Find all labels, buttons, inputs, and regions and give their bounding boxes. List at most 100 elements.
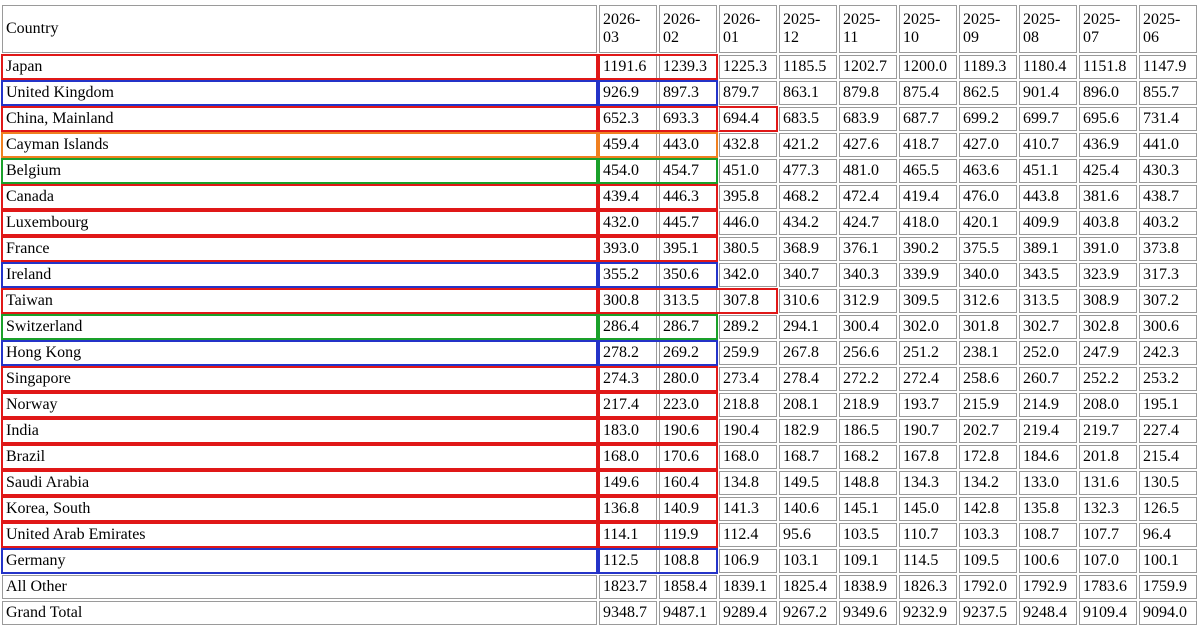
value-cell: 9248.4 — [1019, 601, 1077, 625]
holdings-table: Country 2026-03 2026-02 2026-01 2025-12 … — [0, 3, 1199, 627]
value-cell: 454.0 — [599, 159, 657, 183]
value-cell: 425.4 — [1079, 159, 1137, 183]
value-cell: 134.3 — [899, 471, 957, 495]
value-cell: 693.3 — [659, 107, 717, 131]
country-cell: All Other — [2, 575, 597, 599]
value-cell: 427.0 — [959, 133, 1017, 157]
value-cell: 439.4 — [599, 185, 657, 209]
value-cell: 1202.7 — [839, 55, 897, 79]
table-row: Korea, South 136.8 140.9 141.3 140.6 145.1 145… — [2, 497, 1197, 521]
value-cell: 160.4 — [659, 471, 717, 495]
value-cell: 256.6 — [839, 341, 897, 365]
country-cell: China, Mainland — [2, 107, 597, 131]
value-cell: 418.0 — [899, 211, 957, 235]
value-cell: 112.4 — [719, 523, 777, 547]
value-cell: 114.5 — [899, 549, 957, 573]
country-cell: Switzerland — [2, 315, 597, 339]
value-cell: 119.9 — [659, 523, 717, 547]
value-cell: 376.1 — [839, 237, 897, 261]
value-cell: 1189.3 — [959, 55, 1017, 79]
value-cell: 218.9 — [839, 393, 897, 417]
value-cell: 476.0 — [959, 185, 1017, 209]
value-cell: 134.8 — [719, 471, 777, 495]
value-cell: 190.6 — [659, 419, 717, 443]
value-cell: 879.8 — [839, 81, 897, 105]
value-cell: 280.0 — [659, 367, 717, 391]
table-row: Canada 439.4 446.3 395.8 468.2 472.4 419.4 476.… — [2, 185, 1197, 209]
value-cell: 1858.4 — [659, 575, 717, 599]
value-cell: 219.7 — [1079, 419, 1137, 443]
value-cell: 875.4 — [899, 81, 957, 105]
page: Country 2026-03 2026-02 2026-01 2025-12 … — [0, 0, 1200, 634]
country-cell: Cayman Islands — [2, 133, 597, 157]
value-cell: 463.6 — [959, 159, 1017, 183]
value-cell: 862.5 — [959, 81, 1017, 105]
value-cell: 687.7 — [899, 107, 957, 131]
table-row: Switzerland 286.4 286.7 289.2 294.1 300.4 302.… — [2, 315, 1197, 339]
value-cell: 136.8 — [599, 497, 657, 521]
value-cell: 421.2 — [779, 133, 837, 157]
value-cell: 214.9 — [1019, 393, 1077, 417]
country-cell: Luxembourg — [2, 211, 597, 235]
value-cell: 1826.3 — [899, 575, 957, 599]
table-row: All Other 1823.7 1858.4 1839.1 1825.4 1838.9 1… — [2, 575, 1197, 599]
table-row: Taiwan 300.8 313.5 307.8 310.6 312.9 309.5 312.… — [2, 289, 1197, 313]
value-cell: 135.8 — [1019, 497, 1077, 521]
value-cell: 879.7 — [719, 81, 777, 105]
table-row: Germany 112.5 108.8 106.9 103.1 109.1 114.5 109… — [2, 549, 1197, 573]
value-cell: 259.9 — [719, 341, 777, 365]
value-cell: 1783.6 — [1079, 575, 1137, 599]
value-cell: 208.0 — [1079, 393, 1137, 417]
value-cell: 258.6 — [959, 367, 1017, 391]
table-row: China, Mainland 652.3 693.3 694.4 683.5 683.9… — [2, 107, 1197, 131]
value-cell: 683.9 — [839, 107, 897, 131]
value-cell: 140.6 — [779, 497, 837, 521]
value-cell: 317.3 — [1139, 263, 1197, 287]
value-cell: 289.2 — [719, 315, 777, 339]
value-cell: 106.9 — [719, 549, 777, 573]
value-cell: 195.1 — [1139, 393, 1197, 417]
country-cell: Saudi Arabia — [2, 471, 597, 495]
value-cell: 441.0 — [1139, 133, 1197, 157]
value-cell: 272.4 — [899, 367, 957, 391]
table-row: United Arab Emirates 114.1 119.9 112.4 95.6 1… — [2, 523, 1197, 547]
value-cell: 446.0 — [719, 211, 777, 235]
value-cell: 301.8 — [959, 315, 1017, 339]
value-cell: 419.4 — [899, 185, 957, 209]
value-cell: 148.8 — [839, 471, 897, 495]
value-cell: 652.3 — [599, 107, 657, 131]
value-cell: 432.8 — [719, 133, 777, 157]
value-cell: 310.6 — [779, 289, 837, 313]
value-cell: 126.5 — [1139, 497, 1197, 521]
value-cell: 114.1 — [599, 523, 657, 547]
value-cell: 202.7 — [959, 419, 1017, 443]
value-cell: 130.5 — [1139, 471, 1197, 495]
value-cell: 186.5 — [839, 419, 897, 443]
value-cell: 247.9 — [1079, 341, 1137, 365]
value-cell: 694.4 — [719, 107, 777, 131]
table-row: Brazil 168.0 170.6 168.0 168.7 168.2 167.8 172.… — [2, 445, 1197, 469]
country-cell: Germany — [2, 549, 597, 573]
value-cell: 309.5 — [899, 289, 957, 313]
value-cell: 1823.7 — [599, 575, 657, 599]
value-cell: 149.5 — [779, 471, 837, 495]
value-cell: 133.0 — [1019, 471, 1077, 495]
value-cell: 109.5 — [959, 549, 1017, 573]
value-cell: 109.1 — [839, 549, 897, 573]
value-cell: 9109.4 — [1079, 601, 1137, 625]
value-cell: 391.0 — [1079, 237, 1137, 261]
value-cell: 112.5 — [599, 549, 657, 573]
value-cell: 218.8 — [719, 393, 777, 417]
value-cell: 184.6 — [1019, 445, 1077, 469]
value-cell: 445.7 — [659, 211, 717, 235]
value-cell: 227.4 — [1139, 419, 1197, 443]
value-cell: 403.8 — [1079, 211, 1137, 235]
value-cell: 251.2 — [899, 341, 957, 365]
value-cell: 350.6 — [659, 263, 717, 287]
value-cell: 300.6 — [1139, 315, 1197, 339]
value-cell: 107.0 — [1079, 549, 1137, 573]
country-cell: Grand Total — [2, 601, 597, 625]
country-cell: Singapore — [2, 367, 597, 391]
value-cell: 1759.9 — [1139, 575, 1197, 599]
table-body: Japan 1191.6 1239.3 1225.3 1185.5 1202.7 1200.… — [2, 55, 1197, 625]
